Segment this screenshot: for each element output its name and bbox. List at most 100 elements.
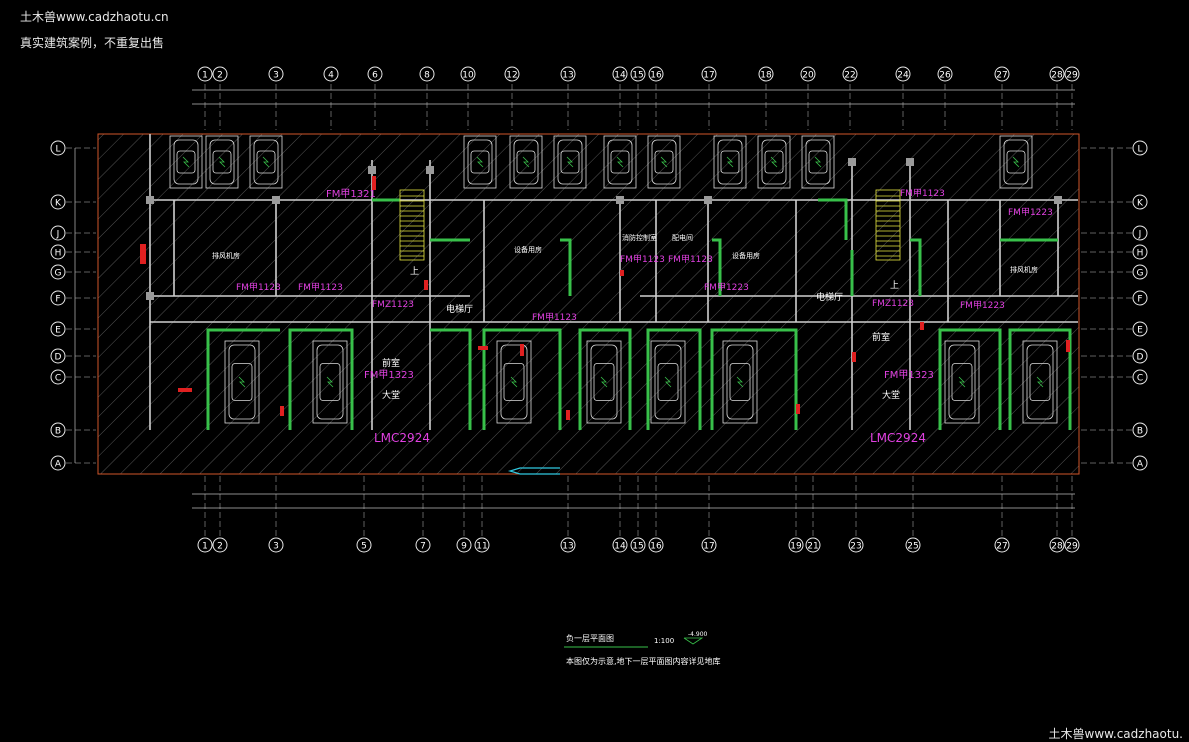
bottom-axis-label-15: 15 (632, 542, 643, 552)
bottom-axis-bubbles: 1 2 3 5 7 9 11 13 14 15 16 17 19 21 23 25 27 28 29 (197, 537, 1080, 553)
label-fm1123-f: FM甲1123 (900, 188, 945, 199)
bottom-axis-label-11: 11 (476, 542, 487, 552)
top-axis-label-6: 6 (372, 71, 378, 81)
label-side-room: 配电间 (672, 233, 693, 242)
top-axis-label-10: 10 (462, 71, 474, 81)
label-pump-room-l: 设备用房 (514, 245, 542, 254)
bottom-axis-label-25: 25 (907, 542, 918, 552)
row-axis-label-left-A: A (55, 460, 62, 470)
row-axis-label-left-J: J (56, 230, 60, 240)
label-fm1123-b: FM甲1123 (298, 282, 343, 293)
row-axis-label-right-B: B (1137, 427, 1143, 437)
bottom-axis-label-23: 23 (850, 542, 861, 552)
row-axis-label-left-D: D (55, 353, 62, 363)
row-axis-label-right-A: A (1137, 460, 1144, 470)
top-axis-label-17: 17 (703, 71, 714, 81)
label-fm1321: FM甲1321 (326, 189, 376, 200)
label-lmc2924-r: LMC2924 (870, 431, 926, 445)
label-fm1123-a: FM甲1123 (236, 282, 281, 293)
label-fm1123-c: FM甲1123 (532, 312, 577, 323)
bottom-axis-label-17: 17 (703, 542, 714, 552)
label-fan-room-l: 排风机房 (212, 251, 240, 260)
top-axis-label-15: 15 (632, 71, 643, 81)
row-axis-label-left-L: L (55, 145, 60, 155)
title-block: 负一层平面图 1:100 -4.900 本图仅为示意,地下一层平面图内容详见地库 (564, 631, 721, 666)
title-level: -4.900 (688, 631, 708, 638)
bottom-axis-label-3: 3 (273, 542, 279, 552)
row-axis-label-right-K: K (1137, 199, 1144, 209)
bottom-axis-label-5: 5 (361, 542, 367, 552)
label-fm1123-d: FM甲1123 (620, 254, 665, 265)
top-axis-label-14: 14 (614, 71, 626, 81)
row-axis-label-right-G: G (1137, 269, 1144, 279)
bottom-axis-label-9: 9 (461, 542, 467, 552)
bottom-axis-label-21: 21 (807, 542, 818, 552)
bottom-axis-label-2: 2 (217, 542, 223, 552)
bottom-axis-label-1: 1 (202, 542, 208, 552)
top-axis-label-2: 2 (217, 71, 223, 81)
top-axis-label-12: 12 (506, 71, 517, 81)
row-axis-label-left-G: G (55, 269, 62, 279)
row-axis-label-right-L: L (1137, 145, 1142, 155)
row-axis-label-left-E: E (55, 326, 61, 336)
row-axis-label-left-H: H (55, 249, 62, 259)
top-axis-label-28: 28 (1051, 71, 1063, 81)
label-elevator-hall-l: 电梯厅 (446, 303, 473, 315)
label-lmc2924-l: LMC2924 (374, 431, 430, 445)
label-lobby-r: 大堂 (882, 389, 900, 401)
top-axis-bubbles: 1 2 3 4 6 8 10 12 13 14 15 16 17 18 20 22 24 26 27 28 29 (197, 66, 1080, 82)
top-axis-label-3: 3 (273, 71, 279, 81)
row-axis-label-right-E: E (1137, 326, 1143, 336)
title-note: 本图仅为示意,地下一层平面图内容详见地库 (566, 656, 721, 666)
title-name: 负一层平面图 (566, 633, 614, 643)
label-fmz1123-r: FMZ1123 (872, 299, 914, 309)
bottom-axis-label-14: 14 (614, 542, 626, 552)
top-axis-label-20: 20 (802, 71, 814, 81)
label-fm1223-c: FM甲1223 (960, 300, 1005, 311)
bottom-axis-label-27: 27 (996, 542, 1007, 552)
top-axis-label-8: 8 (424, 71, 430, 81)
top-axis-label-18: 18 (760, 71, 772, 81)
row-axis-label-right-C: C (1137, 374, 1143, 384)
title-scale: 1:100 (654, 637, 674, 645)
cad-drawing[interactable]: 1 2 3 4 6 8 10 12 13 14 15 16 17 18 20 22 24 26 27 28 29 123… (0, 0, 1189, 742)
top-axis-label-1: 1 (202, 71, 208, 81)
top-axis-label-27: 27 (996, 71, 1007, 81)
bottom-axis-label-16: 16 (650, 542, 662, 552)
row-axis-label-right-H: H (1137, 249, 1144, 259)
top-axis-label-13: 13 (562, 71, 573, 81)
label-elevator-hall-r: 电梯厅 (816, 291, 843, 303)
row-axis-label-right-J: J (1138, 230, 1142, 240)
row-axis-label-left-F: F (55, 295, 60, 305)
row-axis-label-left-C: C (55, 374, 61, 384)
label-front-room-l: 前室 (382, 357, 400, 369)
label-pump-room-r: 设备用房 (732, 251, 760, 260)
row-axis-label-right-D: D (1137, 353, 1144, 363)
label-up-r: 上 (890, 280, 899, 291)
bottom-axis-label-29: 29 (1066, 542, 1078, 552)
label-fire-room: 消防控制室 (622, 233, 657, 242)
row-axis-label-left-B: B (55, 427, 61, 437)
label-fmz1123: FMZ1123 (372, 300, 414, 310)
top-axis-label-4: 4 (328, 71, 334, 81)
label-up-l: 上 (410, 266, 419, 277)
bottom-axis-label-19: 19 (790, 542, 802, 552)
label-lobby-l: 大堂 (382, 389, 400, 401)
label-fm1323-l: FM甲1323 (364, 370, 414, 381)
label-fan-room-r: 排风机房 (1010, 265, 1038, 274)
bottom-axis-label-7: 7 (420, 542, 426, 552)
label-fm1223-b: FM甲1223 (1008, 207, 1053, 218)
label-fm1323-r: FM甲1323 (884, 370, 934, 381)
label-fm1123-e: FM甲1123 (668, 254, 713, 265)
bottom-axis-label-28: 28 (1051, 542, 1063, 552)
row-axis-label-right-F: F (1137, 295, 1142, 305)
top-axis-label-29: 29 (1066, 71, 1078, 81)
label-fm1223: FM甲1223 (704, 282, 749, 293)
row-axis-label-left-K: K (55, 199, 62, 209)
bottom-axis-label-13: 13 (562, 542, 573, 552)
top-axis-label-24: 24 (897, 71, 909, 81)
top-axis-label-26: 26 (939, 71, 951, 81)
top-axis-label-16: 16 (650, 71, 662, 81)
top-axis-label-22: 22 (844, 71, 855, 81)
label-front-room-r: 前室 (872, 331, 890, 343)
